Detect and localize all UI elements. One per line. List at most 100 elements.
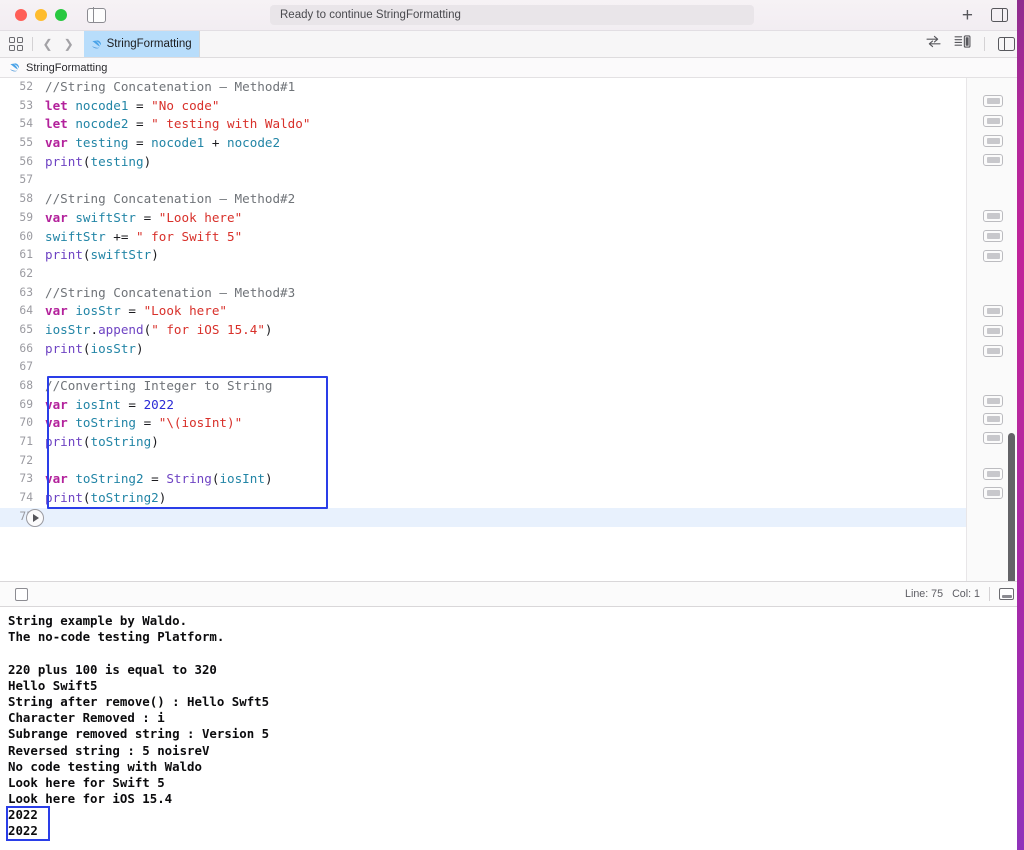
activity-status-text: Ready to continue StringFormatting <box>280 9 461 21</box>
code-text: //String Concatenation – Method#1 <box>42 78 295 97</box>
code-line[interactable]: 58//String Concatenation – Method#2 <box>0 190 966 209</box>
minimap-marker-icon[interactable] <box>983 487 1003 499</box>
code-token: nocode1 <box>75 98 128 113</box>
console-output-line: Reversed string : 5 noisreV <box>8 743 1016 759</box>
minimize-window-button[interactable] <box>35 9 47 21</box>
code-line[interactable]: 54let nocode2 = " testing with Waldo" <box>0 115 966 134</box>
back-chevron-icon[interactable]: ❮ <box>42 37 54 51</box>
line-number: 70 <box>0 414 42 433</box>
code-text: iosStr.append(" for iOS 15.4") <box>42 321 273 340</box>
code-line[interactable]: 69var iosInt = 2022 <box>0 396 966 415</box>
swap-icon[interactable] <box>926 35 941 53</box>
add-icon[interactable]: + <box>962 6 973 25</box>
minimap-marker-icon[interactable] <box>983 230 1003 242</box>
code-token: = <box>121 397 144 412</box>
code-token: var <box>45 397 68 412</box>
code-line[interactable]: 53let nocode1 = "No code" <box>0 97 966 116</box>
divider <box>984 37 985 51</box>
editor-minimap-gutter[interactable] <box>966 78 1024 581</box>
minimap-marker-icon[interactable] <box>983 250 1003 262</box>
code-token: 2022 <box>144 397 174 412</box>
code-token: toString2 <box>91 490 159 505</box>
code-line[interactable]: 61print(swiftStr) <box>0 246 966 265</box>
code-token: ) <box>159 490 167 505</box>
code-line[interactable]: 73var toString2 = String(iosInt) <box>0 470 966 489</box>
line-number: 61 <box>0 246 42 265</box>
code-token: = <box>128 98 151 113</box>
line-number: 59 <box>0 209 42 228</box>
debug-console-output[interactable]: String example by Waldo.The no-code test… <box>0 607 1024 850</box>
code-token: " for iOS 15.4" <box>151 322 265 337</box>
code-token: "Look here" <box>144 303 227 318</box>
code-token: //String Concatenation – Method#2 <box>45 191 295 206</box>
breadcrumb: StringFormatting <box>0 58 1024 78</box>
code-line[interactable]: 65iosStr.append(" for iOS 15.4") <box>0 321 966 340</box>
line-number: 72 <box>0 452 42 471</box>
code-line[interactable]: 66print(iosStr) <box>0 340 966 359</box>
code-line[interactable]: 59var swiftStr = "Look here" <box>0 209 966 228</box>
minimap-marker-icon[interactable] <box>983 395 1003 407</box>
code-line[interactable]: 57 <box>0 171 966 190</box>
code-line[interactable]: 67 <box>0 358 966 377</box>
code-token: toString <box>75 415 136 430</box>
code-line[interactable]: 72 <box>0 452 966 471</box>
divider <box>32 37 33 51</box>
console-filter-button[interactable] <box>15 588 28 601</box>
line-number: 68 <box>0 377 42 396</box>
minimap-marker-icon[interactable] <box>983 95 1003 107</box>
code-token: iosStr <box>45 322 91 337</box>
code-token: testing <box>75 135 128 150</box>
code-line[interactable]: 56print(testing) <box>0 153 966 172</box>
line-number: 69 <box>0 396 42 415</box>
code-token: swiftStr <box>75 210 136 225</box>
grid-view-icon[interactable] <box>9 37 23 51</box>
code-text: var iosStr = "Look here" <box>42 302 227 321</box>
minimap-marker-icon[interactable] <box>983 135 1003 147</box>
code-line[interactable]: 63//String Concatenation – Method#3 <box>0 284 966 303</box>
code-line[interactable]: 52//String Concatenation – Method#1 <box>0 78 966 97</box>
breadcrumb-file-label[interactable]: StringFormatting <box>26 62 107 74</box>
minimap-marker-icon[interactable] <box>983 210 1003 222</box>
code-line[interactable]: 74print(toString2) <box>0 489 966 508</box>
code-token: var <box>45 471 68 486</box>
minimap-marker-icon[interactable] <box>983 325 1003 337</box>
close-window-button[interactable] <box>15 9 27 21</box>
minimap-marker-icon[interactable] <box>983 154 1003 166</box>
code-line[interactable]: 75 <box>0 508 966 527</box>
code-token: //String Concatenation – Method#1 <box>45 79 295 94</box>
editor-scrollbar-thumb[interactable] <box>1008 433 1015 581</box>
minimap-marker-icon[interactable] <box>983 413 1003 425</box>
cursor-position-group: Line: 75 Col: 1 <box>905 587 1014 601</box>
code-line[interactable]: 55var testing = nocode1 + nocode2 <box>0 134 966 153</box>
run-playground-line-button[interactable] <box>26 509 44 527</box>
code-token: toString2 <box>75 471 143 486</box>
minimap-marker-icon[interactable] <box>983 345 1003 357</box>
code-line[interactable]: 71print(toString) <box>0 433 966 452</box>
forward-chevron-icon[interactable]: ❯ <box>63 37 75 51</box>
line-number: 54 <box>0 115 42 134</box>
minimap-marker-icon[interactable] <box>983 432 1003 444</box>
right-panel-toggle-icon[interactable] <box>991 8 1008 22</box>
code-line[interactable]: 68//Converting Integer to String <box>0 377 966 396</box>
code-line[interactable]: 62 <box>0 265 966 284</box>
code-token: var <box>45 303 68 318</box>
code-line[interactable]: 70var toString = "\(iosInt)" <box>0 414 966 433</box>
editor-options-icon[interactable] <box>954 35 971 53</box>
tab-stringformatting[interactable]: StringFormatting <box>84 31 200 57</box>
code-line[interactable]: 60swiftStr += " for Swift 5" <box>0 228 966 247</box>
add-editor-icon[interactable] <box>998 37 1015 51</box>
console-output-line: 2022 <box>8 823 1016 839</box>
code-token: let <box>45 98 68 113</box>
console-panel-toggle-icon[interactable] <box>999 588 1014 600</box>
minimap-marker-icon[interactable] <box>983 468 1003 480</box>
console-output-line <box>8 645 1016 661</box>
zoom-window-button[interactable] <box>55 9 67 21</box>
code-token: = <box>136 210 159 225</box>
console-output-line: String example by Waldo. <box>8 613 1016 629</box>
minimap-marker-icon[interactable] <box>983 115 1003 127</box>
code-line[interactable]: 64var iosStr = "Look here" <box>0 302 966 321</box>
code-lines-container[interactable]: 52//String Concatenation – Method#153let… <box>0 78 966 581</box>
line-number: 67 <box>0 358 42 377</box>
sidebar-toggle-icon[interactable] <box>87 8 106 23</box>
minimap-marker-icon[interactable] <box>983 305 1003 317</box>
